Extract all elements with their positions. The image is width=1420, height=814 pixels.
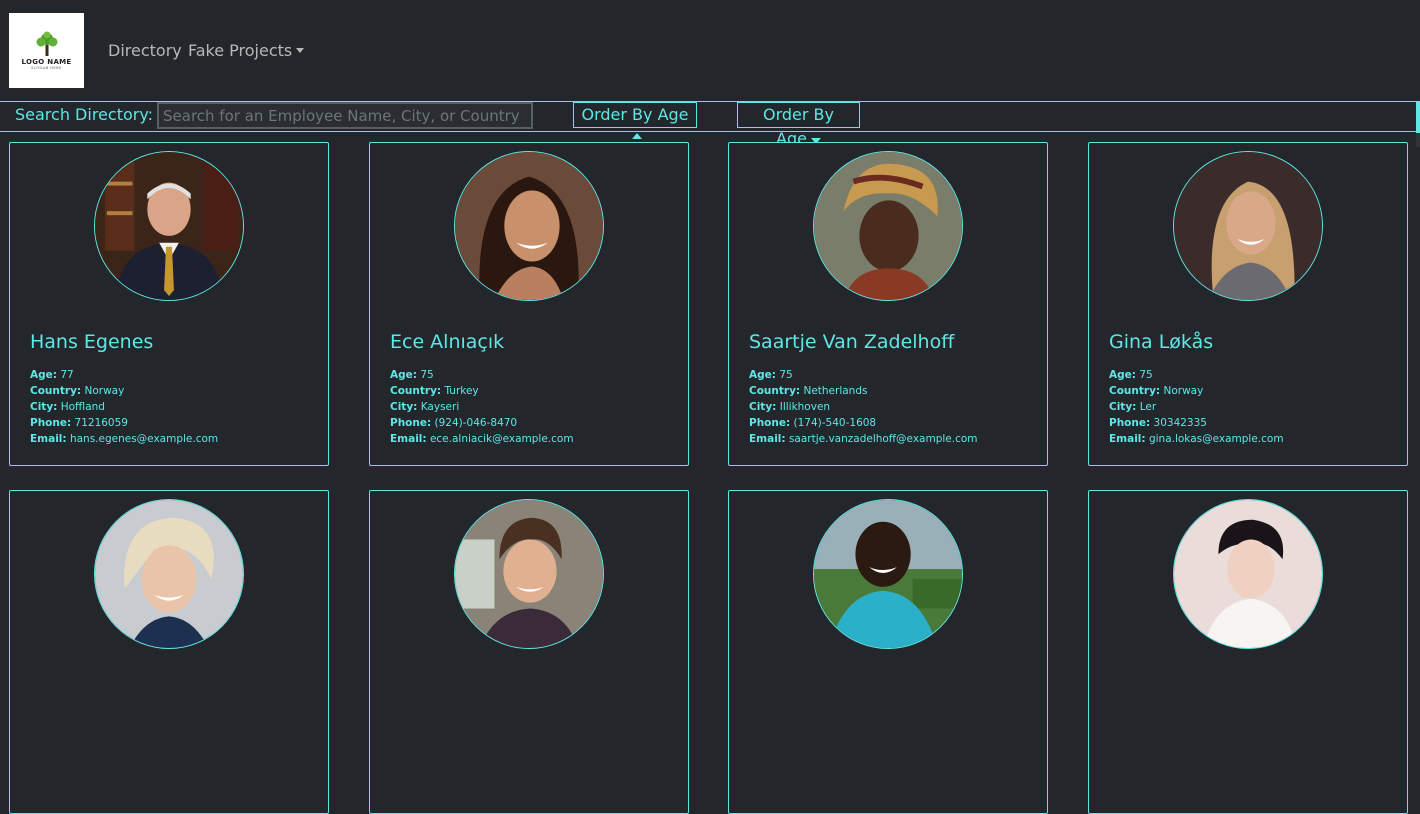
age-value: 75 <box>1139 369 1153 381</box>
phone-value: (924)-046-8470 <box>434 417 518 429</box>
age-label: Age: <box>390 369 417 381</box>
country-label: Country: <box>749 385 801 397</box>
country-label: Country: <box>1109 385 1161 397</box>
brand-logo[interactable]: LOGO NAME SLOGAN HERE <box>9 13 84 88</box>
email-value: ece.alniacik@example.com <box>429 433 574 445</box>
employee-card: Saartje Van Zadelhoff Age: 75 Country: N… <box>728 142 1048 466</box>
country-value: Norway <box>1163 385 1204 397</box>
age-value: 77 <box>60 369 74 381</box>
country-value: Netherlands <box>803 385 868 397</box>
city-value: Kayseri <box>420 401 460 413</box>
nav-dropdown-fake-projects[interactable]: Fake Projects <box>188 41 305 60</box>
navbar: LOGO NAME SLOGAN HERE Directory Fake Pro… <box>0 0 1420 101</box>
email-label: Email: <box>749 433 786 445</box>
employee-name: Ece Alnıaçık <box>390 331 505 353</box>
scrollbar-track[interactable] <box>1416 133 1420 147</box>
email-value: saartje.vanzadelhoff@example.com <box>788 433 978 445</box>
country-value: Norway <box>84 385 125 397</box>
chevron-down-icon <box>296 48 305 53</box>
nav-link-directory[interactable]: Directory <box>108 41 182 60</box>
email-value: hans.egenes@example.com <box>69 433 219 445</box>
phone-value: 71216059 <box>74 417 128 429</box>
employee-name: Gina Løkås <box>1109 331 1214 353</box>
employee-name: Saartje Van Zadelhoff <box>749 331 955 353</box>
employee-card: Hans Egenes Age: 77 Country: Norway City… <box>9 142 329 466</box>
order-by-age-ascending-button[interactable]: Order By Age <box>573 102 697 139</box>
employee-avatar <box>1173 151 1323 301</box>
order-by-age-descending-button[interactable]: Order By Age <box>737 102 860 148</box>
email-label: Email: <box>390 433 427 445</box>
employee-details: Age: 75 Country: Norway City: Ler Phone:… <box>1109 367 1284 447</box>
order-asc-label: Order By Age <box>581 105 689 124</box>
country-label: Country: <box>30 385 82 397</box>
employee-card <box>728 490 1048 814</box>
employee-card <box>369 490 689 814</box>
country-value: Turkey <box>444 385 479 397</box>
employee-avatar <box>1173 499 1323 649</box>
age-label: Age: <box>1109 369 1136 381</box>
phone-label: Phone: <box>30 417 72 429</box>
email-label: Email: <box>1109 433 1146 445</box>
age-value: 75 <box>420 369 434 381</box>
employee-avatar <box>94 499 244 649</box>
city-label: City: <box>30 401 58 413</box>
employee-avatar <box>454 499 604 649</box>
email-value: gina.lokas@example.com <box>1148 433 1284 445</box>
employee-details: Age: 75 Country: Turkey City: Kayseri Ph… <box>390 367 574 447</box>
logo-slogan: SLOGAN HERE <box>31 66 62 70</box>
employee-details: Age: 75 Country: Netherlands City: Illik… <box>749 367 978 447</box>
caret-up-icon <box>632 133 642 139</box>
scrollbar-thumb[interactable] <box>1416 101 1420 133</box>
tree-icon <box>36 31 57 56</box>
logo-name: LOGO NAME <box>21 58 72 66</box>
employee-card <box>9 490 329 814</box>
age-label: Age: <box>749 369 776 381</box>
employee-details: Age: 77 Country: Norway City: Hoffland P… <box>30 367 218 447</box>
city-label: City: <box>390 401 418 413</box>
employee-card <box>1088 490 1408 814</box>
employee-avatar <box>454 151 604 301</box>
search-label: Search Directory: <box>15 105 154 124</box>
phone-label: Phone: <box>749 417 791 429</box>
employee-avatar <box>813 151 963 301</box>
age-value: 75 <box>779 369 793 381</box>
phone-value: 30342335 <box>1153 417 1207 429</box>
city-label: City: <box>1109 401 1137 413</box>
city-value: Illikhoven <box>779 401 831 413</box>
city-value: Ler <box>1139 401 1157 413</box>
city-value: Hoffland <box>60 401 105 413</box>
country-label: Country: <box>390 385 442 397</box>
email-label: Email: <box>30 433 67 445</box>
search-bar: Search Directory: Order By Age Order By … <box>0 101 1420 148</box>
fake-projects-label: Fake Projects <box>188 41 293 60</box>
employee-avatar <box>813 499 963 649</box>
city-label: City: <box>749 401 777 413</box>
age-label: Age: <box>30 369 57 381</box>
phone-label: Phone: <box>1109 417 1151 429</box>
employee-avatar <box>94 151 244 301</box>
employee-card: Ece Alnıaçık Age: 75 Country: Turkey Cit… <box>369 142 689 466</box>
employee-card: Gina Løkås Age: 75 Country: Norway City:… <box>1088 142 1408 466</box>
employee-name: Hans Egenes <box>30 331 154 353</box>
search-input[interactable] <box>157 102 533 129</box>
phone-label: Phone: <box>390 417 432 429</box>
phone-value: (174)-540-1608 <box>793 417 877 429</box>
